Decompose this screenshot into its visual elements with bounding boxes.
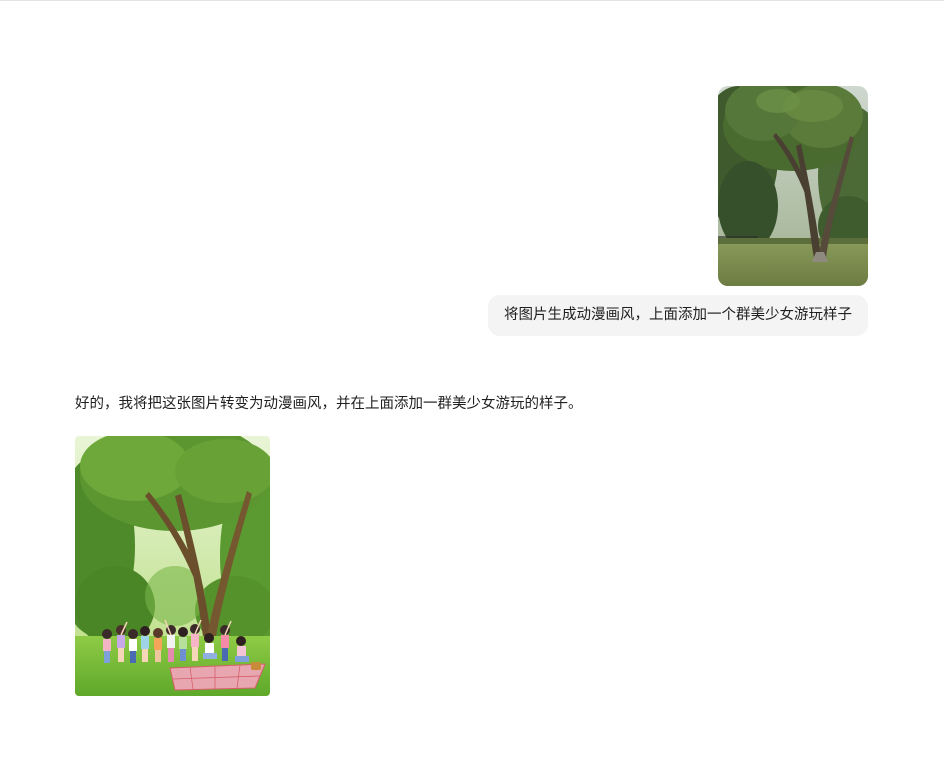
assistant-message-text: 好的，我将把这张图片转变为动漫画风，并在上面添加一群美少女游玩的样子。 [75,396,583,412]
generated-anime-image[interactable] [75,436,270,696]
park-tree-photo-icon [718,86,868,286]
anime-park-girls-illustration-icon [75,436,270,696]
user-uploaded-photo[interactable] [718,86,868,286]
user-message-text: 将图片生成动漫画风，上面添加一个群美少女游玩样子 [504,307,852,323]
chat-conversation: 将图片生成动漫画风，上面添加一个群美少女游玩样子 好的，我将把这张图片转变为动漫… [0,0,944,758]
user-message-bubble: 将图片生成动漫画风，上面添加一个群美少女游玩样子 [488,295,868,336]
